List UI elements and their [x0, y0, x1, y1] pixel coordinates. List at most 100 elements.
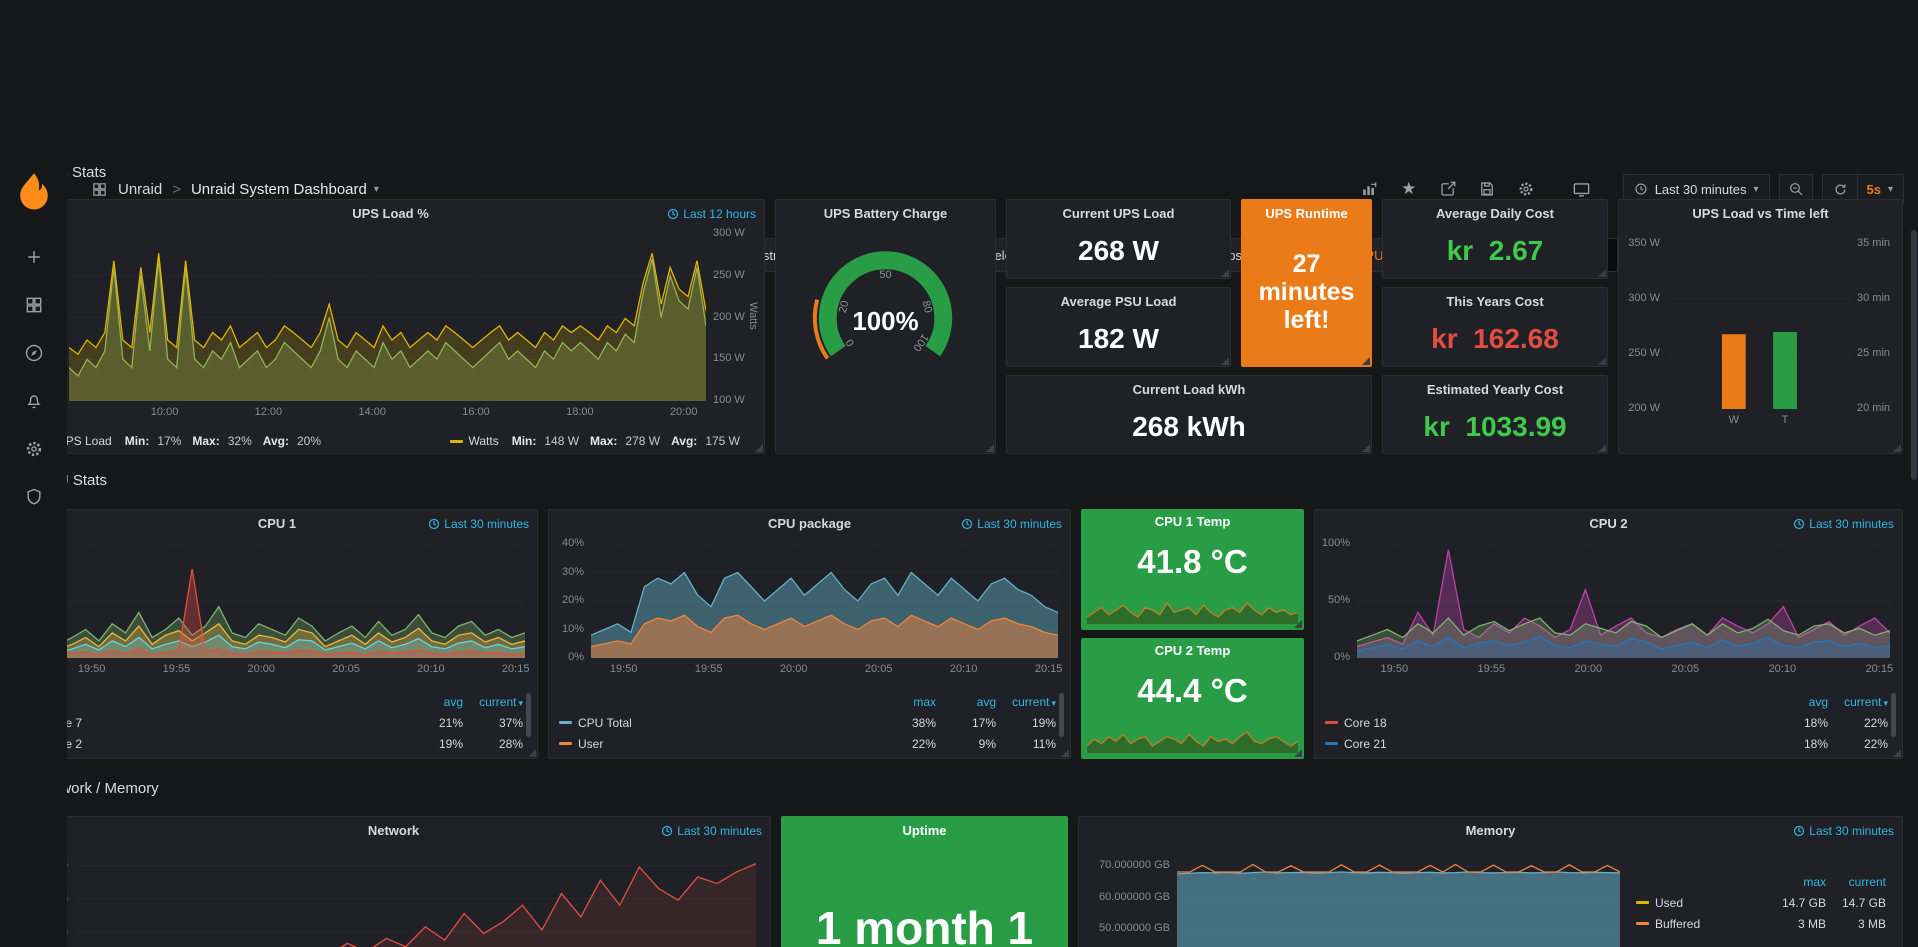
legend-sort-current[interactable]: current▾: [463, 695, 523, 709]
panel-title[interactable]: Average PSU Load: [1061, 294, 1177, 309]
x-axis-tick: 20:05: [1672, 663, 1700, 675]
y-axis-tick: 60.000000 GB: [1079, 891, 1170, 903]
stat-value: 27 minutes left!: [1242, 224, 1371, 360]
y-axis-tick: 30%: [549, 566, 584, 578]
y-axis-tick: 250 W: [713, 269, 745, 281]
panel-title[interactable]: CPU 2: [1589, 516, 1627, 531]
legend-series-toggle[interactable]: Core 18: [1325, 716, 1768, 730]
panel-resize-handle[interactable]: [1893, 444, 1901, 452]
panel-resize-handle[interactable]: [1598, 269, 1606, 277]
panel-resize-handle[interactable]: [1294, 749, 1302, 757]
scrollbar-thumb[interactable]: [1911, 230, 1917, 480]
panel-title[interactable]: Memory: [1466, 823, 1516, 838]
panel-title[interactable]: CPU 1: [258, 516, 296, 531]
legend-sort-current[interactable]: current▾: [1828, 695, 1888, 709]
legend-series-marker: [1325, 721, 1338, 724]
legend-row: User22%9%11%: [559, 733, 1056, 754]
x-axis-tick: 20:00: [247, 663, 275, 675]
y-axis-tick: 0%: [549, 651, 584, 663]
legend-scrollbar[interactable]: [526, 693, 531, 737]
legend-scrollbar[interactable]: [1891, 693, 1896, 737]
legend-series-toggle[interactable]: CPU Total: [559, 716, 876, 730]
legend: avgcurrent▾Core 1818%22%Core 2118%22%: [1325, 691, 1888, 754]
y-axis-tick: 50%: [1315, 594, 1350, 606]
legend-series-toggle[interactable]: Core 2: [27, 737, 403, 751]
row-header-cpu-stats[interactable]: CPU Stats: [16, 468, 1902, 492]
dashboard-grid-icon[interactable]: [91, 181, 108, 198]
panel-title[interactable]: Network: [368, 823, 419, 838]
legend-sort-current[interactable]: current: [1826, 875, 1886, 889]
legend-series-toggle[interactable]: Core 21: [1325, 737, 1768, 751]
legend-sort-avg[interactable]: avg: [1768, 695, 1828, 709]
panel-time-range: Last 30 minutes: [428, 517, 529, 531]
panel-resize-handle[interactable]: [1221, 269, 1229, 277]
legend-row: CPU Total38%17%19%: [559, 712, 1056, 733]
alerting-icon[interactable]: [11, 378, 57, 424]
panel-title[interactable]: UPS Load vs Time left: [1692, 206, 1828, 221]
panel-title[interactable]: UPS Runtime: [1265, 206, 1347, 221]
dashboards-icon[interactable]: [11, 282, 57, 328]
legend-item[interactable]: WattsMin:148 WMax:278 WAvg:175 W: [450, 434, 740, 448]
row-header-network-memory[interactable]: Network / Memory: [16, 776, 1902, 800]
legend-sort-current[interactable]: current▾: [996, 695, 1056, 709]
network-chart: [75, 857, 756, 947]
configuration-icon[interactable]: [11, 426, 57, 472]
panel-resize-handle[interactable]: [986, 444, 994, 452]
legend-sort-max[interactable]: max: [1766, 875, 1826, 889]
panel-average-daily-cost: Average Daily Cost kr 2.67: [1382, 199, 1608, 279]
panel-title[interactable]: Uptime: [902, 823, 946, 838]
panel-title[interactable]: CPU 2 Temp: [1155, 643, 1231, 658]
panel-resize-handle[interactable]: [1362, 357, 1370, 365]
ups-stat-grid: Current UPS Load 268 W UPS Runtime 27 mi…: [1006, 199, 1372, 454]
panel-resize-handle[interactable]: [1221, 357, 1229, 365]
panel-title[interactable]: Estimated Yearly Cost: [1427, 382, 1563, 397]
panel-resize-handle[interactable]: [1294, 620, 1302, 628]
legend-series-toggle[interactable]: Buffered: [1636, 917, 1766, 931]
panel-title[interactable]: Current UPS Load: [1063, 206, 1175, 221]
legend-item[interactable]: UPS LoadMin:17%Max:32%Avg:20%: [39, 434, 321, 448]
legend-sort-avg[interactable]: avg: [403, 695, 463, 709]
y-axis-tick: 10%: [549, 623, 584, 635]
panel-title[interactable]: CPU package: [768, 516, 851, 531]
y-axis-tick: 20 min: [1857, 402, 1890, 414]
panel-title[interactable]: UPS Load %: [352, 206, 429, 221]
panel-resize-handle[interactable]: [1598, 357, 1606, 365]
grafana-logo[interactable]: [14, 172, 54, 212]
panel-title[interactable]: Current Load kWh: [1133, 382, 1246, 397]
panel-title[interactable]: UPS Battery Charge: [824, 206, 948, 221]
dashboard-title[interactable]: Unraid System Dashboard ▾: [191, 181, 379, 198]
time-range-label: Last 30 minutes: [444, 517, 529, 531]
legend-series-toggle[interactable]: User: [559, 737, 876, 751]
page-scrollbar[interactable]: [1910, 160, 1918, 947]
legend-sort-avg[interactable]: avg: [936, 695, 996, 709]
panel-resize-handle[interactable]: [1061, 749, 1069, 757]
panel-estimated-yearly-cost: Estimated Yearly Cost kr 1033.99: [1382, 375, 1608, 454]
legend-series-toggle[interactable]: Core 7: [27, 716, 403, 730]
time-range-label: Last 12 hours: [683, 207, 756, 221]
server-admin-icon[interactable]: [11, 474, 57, 520]
panel-this-years-cost: This Years Cost kr 162.68: [1382, 287, 1608, 367]
panel-resize-handle[interactable]: [528, 749, 536, 757]
panel-resize-handle[interactable]: [1362, 444, 1370, 452]
breadcrumb-folder[interactable]: Unraid: [118, 181, 162, 198]
panel-resize-handle[interactable]: [755, 444, 763, 452]
legend-sort-max[interactable]: max: [876, 695, 936, 709]
gauge-tick-label: 0: [844, 337, 857, 349]
series-area-used: [1177, 872, 1620, 947]
explore-icon[interactable]: [11, 330, 57, 376]
x-axis-tick: 14:00: [358, 406, 386, 418]
panel-resize-handle[interactable]: [1893, 749, 1901, 757]
panel-title[interactable]: This Years Cost: [1446, 294, 1543, 309]
legend-row: Core 2118%22%: [1325, 733, 1888, 754]
x-axis-tick: 20:15: [1866, 663, 1894, 675]
legend-series-toggle[interactable]: Used: [1636, 896, 1766, 910]
legend-scrollbar[interactable]: [1059, 693, 1064, 737]
panel-resize-handle[interactable]: [1598, 444, 1606, 452]
bar-t: [1773, 332, 1797, 409]
legend-row: Core 219%28%: [27, 733, 523, 754]
clock-icon: [667, 208, 679, 220]
cpu1-chart: [59, 544, 525, 658]
panel-title[interactable]: Average Daily Cost: [1436, 206, 1554, 221]
panel-title[interactable]: CPU 1 Temp: [1155, 514, 1231, 529]
create-icon[interactable]: [11, 234, 57, 280]
